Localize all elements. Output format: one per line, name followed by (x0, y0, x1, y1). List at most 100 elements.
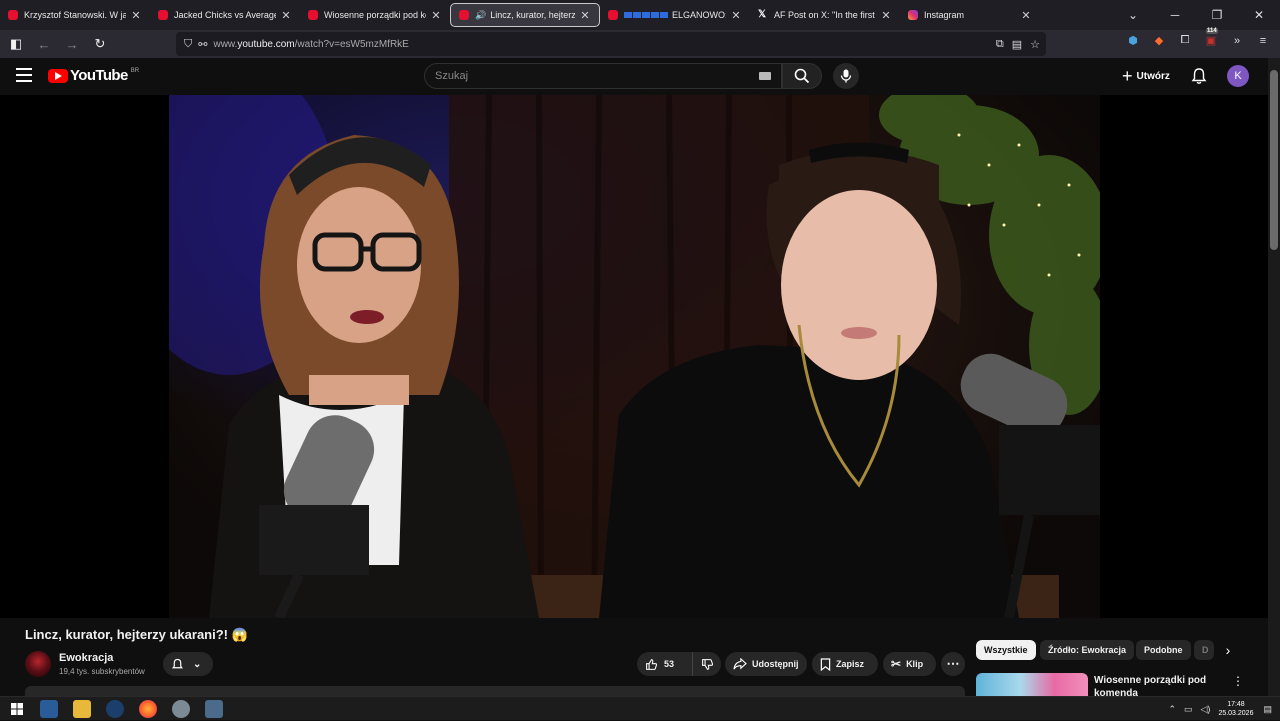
overflow-chevron-icon[interactable]: » (1228, 35, 1246, 47)
voice-search-button[interactable] (833, 63, 859, 89)
close-icon[interactable]: ✕ (280, 9, 292, 22)
clock-date: 25.03.2026 (1218, 710, 1254, 717)
speaker-icon[interactable]: 🔊 (475, 10, 486, 21)
chip-related[interactable]: Podobne (1136, 640, 1191, 660)
address-bar[interactable]: ⛉ ⚯ www. youtube.com/watch?v=esW5mzMfRkE … (176, 32, 1046, 56)
video-player[interactable] (0, 95, 1268, 618)
search-input[interactable]: Szukaj (424, 63, 782, 89)
window-controls: ⌄ ─ ❐ ✕ (1112, 0, 1280, 30)
notifications-icon[interactable]: ▤ (1263, 704, 1272, 715)
minimize-icon[interactable]: ─ (1154, 8, 1196, 22)
plus-icon: + (1122, 66, 1133, 86)
bookmark-icon (820, 657, 831, 671)
firefox-icon[interactable] (139, 700, 157, 718)
youtube-icon (308, 10, 318, 20)
app-menu-icon[interactable]: ≡ (1254, 35, 1272, 47)
browser-tab[interactable]: Jacked Chicks vs Average Joes | ✕ (150, 0, 300, 30)
page-scrollbar[interactable] (1268, 58, 1280, 696)
save-button[interactable]: Zapisz (812, 652, 878, 676)
utility-app-icon[interactable] (172, 700, 190, 718)
tab-label: Jacked Chicks vs Average Joes | (174, 10, 276, 20)
youtube-play-icon (48, 68, 68, 83)
system-clock[interactable]: 17:48 25.03.2026 (1218, 700, 1253, 718)
extensions-puzzle-icon[interactable]: ⧠ (1176, 34, 1194, 47)
like-button[interactable]: 53 (637, 652, 693, 676)
shield-icon[interactable]: ⛉ (184, 38, 192, 51)
chip-all[interactable]: Wszystkie (976, 640, 1036, 660)
reload-icon[interactable]: ↻ (88, 32, 112, 56)
volume-icon[interactable]: ◁) (1201, 704, 1211, 715)
permissions-icon[interactable]: ⚯ (198, 38, 207, 51)
related-video-title[interactable]: Wiosenne porządki pod komenda (1094, 674, 1220, 696)
ublock-extension-icon[interactable]: ▣ 114 (1202, 28, 1220, 47)
kebab-menu-icon[interactable]: ⋮ (1232, 674, 1244, 688)
hamburger-menu-icon[interactable] (16, 68, 32, 82)
more-actions-button[interactable]: ⋯ (941, 652, 965, 676)
chip-partial[interactable]: D (1194, 640, 1214, 660)
browser-tab-strip: Krzysztof Stanowski. W jakiej sp ✕ Jacke… (0, 0, 1280, 30)
address-bar-actions: ⧉ ▤ ☆ (996, 38, 1040, 51)
browser-tab[interactable]: ELGANOWO: D ✕ (600, 0, 750, 30)
chevron-right-icon[interactable]: › (1219, 641, 1237, 659)
url-prefix: www. (213, 38, 238, 50)
keyboard-icon[interactable] (759, 72, 771, 80)
calculator-icon[interactable] (205, 700, 223, 718)
browser-tab[interactable]: Wiosenne porządki pod komen ✕ (300, 0, 450, 30)
search-placeholder: Szukaj (435, 70, 469, 82)
browser-tab[interactable]: Instagram ✕ (900, 0, 1040, 30)
steam-icon[interactable] (106, 700, 124, 718)
account-avatar[interactable]: K (1227, 65, 1249, 87)
dislike-button[interactable] (693, 658, 721, 671)
search-icon (794, 68, 810, 84)
close-icon[interactable]: ✕ (880, 9, 892, 22)
close-icon[interactable]: ✕ (1020, 9, 1032, 22)
fox-extension-icon[interactable]: ◆ (1150, 34, 1168, 47)
related-video-thumbnail[interactable] (976, 673, 1088, 696)
bell-icon (172, 658, 183, 668)
windows-taskbar: ⌃ ▭ ◁) 17:48 25.03.2026 ▤ (0, 696, 1280, 720)
description-box[interactable] (25, 686, 965, 696)
windows-start-icon[interactable] (8, 700, 26, 718)
search-button[interactable] (782, 63, 822, 89)
browser-tab[interactable]: 𝕏 AF Post on X: "In the first nine n ✕ (750, 0, 900, 30)
tab-label: ELGANOWO: D (672, 10, 726, 20)
subscription-bell-button[interactable]: ⌄ (163, 652, 213, 676)
channel-avatar[interactable] (25, 651, 51, 677)
notifications-bell-icon[interactable] (1190, 67, 1208, 85)
reader-view-icon[interactable]: ▤ (1012, 38, 1022, 51)
bookmark-star-icon[interactable]: ☆ (1030, 38, 1040, 51)
close-icon[interactable]: ✕ (430, 9, 442, 22)
system-tray: ⌃ ▭ ◁) 17:48 25.03.2026 ▤ (1168, 697, 1280, 721)
close-window-icon[interactable]: ✕ (1238, 8, 1280, 22)
browser-tab-active[interactable]: 🔊 Lincz, kurator, hejterzy ukar ✕ (450, 3, 600, 27)
tab-label: Instagram (924, 10, 965, 20)
file-explorer-icon[interactable] (73, 700, 91, 718)
x-icon: 𝕏 (758, 9, 767, 20)
tray-chevron-up-icon[interactable]: ⌃ (1168, 704, 1176, 715)
close-icon[interactable]: ✕ (730, 9, 742, 22)
picture-in-picture-icon[interactable]: ⧉ (996, 38, 1004, 51)
close-icon[interactable]: ✕ (579, 9, 591, 22)
create-button[interactable]: + Utwórz (1116, 64, 1176, 88)
restore-icon[interactable]: ❐ (1196, 8, 1238, 22)
clip-button[interactable]: ✂ Klip (883, 652, 936, 676)
youtube-logo[interactable]: YouTube BR (48, 67, 139, 84)
scrollbar-thumb[interactable] (1270, 70, 1278, 250)
tab-label: AF Post on X: "In the first nine n (774, 10, 876, 20)
network-icon[interactable]: ▭ (1184, 704, 1193, 715)
close-icon[interactable]: ✕ (130, 9, 142, 22)
forward-arrow-icon[interactable]: → (60, 32, 84, 56)
sidebar-toggle-icon[interactable]: ◧ (4, 32, 28, 56)
chip-from-channel[interactable]: Źródło: Ewokracja (1040, 640, 1135, 660)
youtube-icon (459, 10, 469, 20)
shield-extension-icon[interactable]: ⬢ (1124, 34, 1142, 47)
video-frame[interactable] (169, 95, 1100, 618)
back-arrow-icon[interactable]: ← (32, 32, 56, 56)
browser-tab[interactable]: Krzysztof Stanowski. W jakiej sp ✕ (0, 0, 150, 30)
thumbs-down-icon (701, 658, 713, 670)
channel-name[interactable]: Ewokracja (59, 652, 113, 664)
tab-list-chevron-icon[interactable]: ⌄ (1112, 8, 1154, 22)
url-host: youtube.com (237, 38, 295, 50)
share-button[interactable]: Udostępnij (725, 652, 807, 676)
monitor-app-icon[interactable] (40, 700, 58, 718)
